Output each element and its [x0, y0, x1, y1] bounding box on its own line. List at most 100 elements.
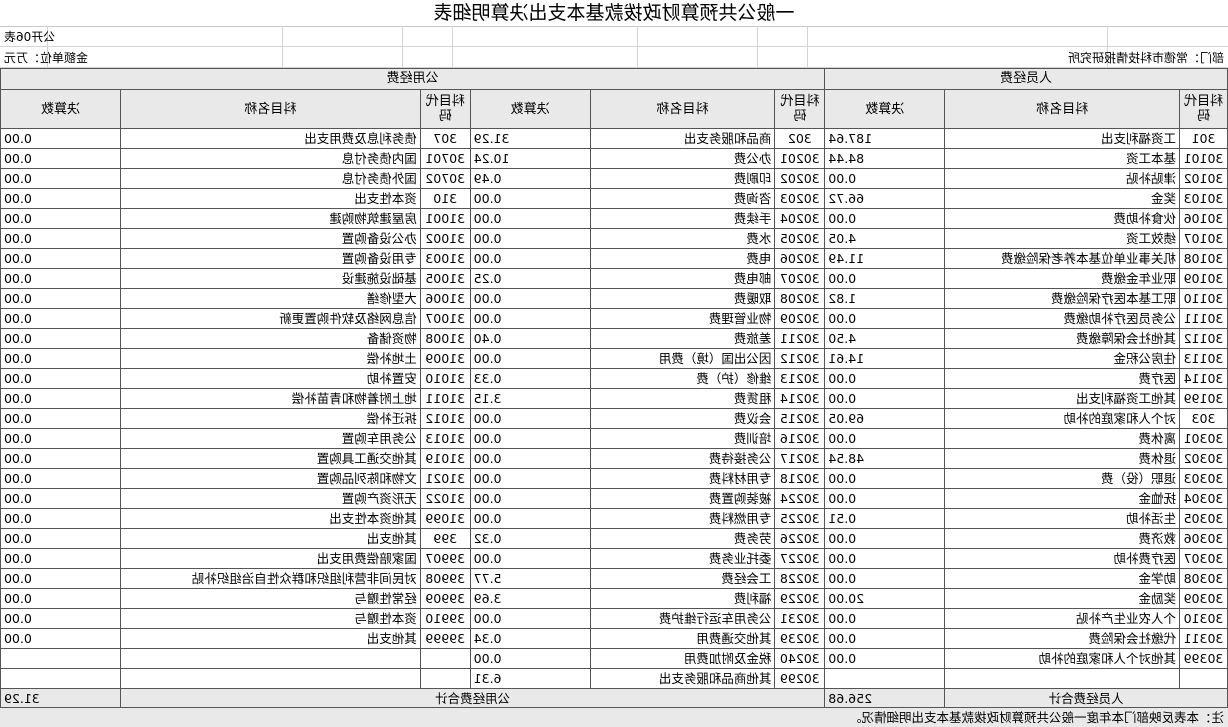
- amount-cell: 0.00: [824, 208, 945, 229]
- amount-cell: 5.77: [470, 568, 591, 589]
- amount-cell: 0.00: [0, 508, 121, 529]
- code-cell: 307: [420, 128, 471, 149]
- amount-cell: 0.00: [824, 488, 945, 509]
- grid-line: [637, 26, 638, 67]
- name-cell: 无形资产购置: [120, 488, 421, 509]
- table-row: 30113 住房公积金 14.61 30212 因公出国（境）费用 0.00 31009 土地…: [0, 348, 1228, 369]
- name-cell: 其他交通工具购置: [120, 448, 421, 469]
- name-cell: 救济费: [944, 528, 1180, 549]
- name-cell: 其他交通费用: [590, 628, 775, 649]
- name-cell: 拆迁补偿: [120, 408, 421, 429]
- code-cell: 30199: [1179, 388, 1228, 409]
- name-cell: 代缴社会保险费: [944, 628, 1180, 649]
- group-header-personnel: 人员经费: [824, 68, 1228, 90]
- amount-cell: 0.51: [824, 508, 945, 529]
- unit-label: 金额单位：万元: [4, 51, 89, 65]
- header-code: 科目代码: [420, 89, 471, 129]
- amount-cell: 0.00: [0, 168, 121, 189]
- table-row: 30301 离休费 0.00 30216 培训费 0.00 31013 公务用车购置 0.00: [0, 428, 1228, 449]
- amount-cell: 3.69: [470, 588, 591, 609]
- table-row: 30310 个人农业生产补贴 0.00 30231 公务用车运行维护费 0.00 39910…: [0, 608, 1228, 629]
- code-cell: 30303: [1179, 468, 1228, 489]
- code-cell: 30206: [774, 248, 825, 269]
- name-cell: 其他资本性支出: [120, 508, 421, 529]
- code-cell: 30702: [420, 168, 471, 189]
- code-cell: 39907: [420, 548, 471, 569]
- name-cell: 津贴补贴: [944, 168, 1180, 189]
- table-row: 30311 代缴社会保险费 0.00 30239 其他交通费用 0.34 39999 其他支出…: [0, 628, 1228, 649]
- name-cell: 国内债务付息: [120, 148, 421, 169]
- code-cell: 30112: [1179, 328, 1228, 349]
- code-cell: 30227: [774, 548, 825, 569]
- name-cell: 奖金: [944, 188, 1180, 209]
- amount-cell: 0.40: [470, 328, 591, 349]
- code-cell: 30205: [774, 228, 825, 249]
- amount-cell: 0.00: [0, 228, 121, 249]
- amount-cell: 84.44: [824, 148, 945, 169]
- expenditure-table: 人员经费 公用经费 科目代码 科目名称 决算数 科目代码 科目名称 决算数 科目…: [0, 68, 1228, 709]
- amount-cell: 0.00: [0, 368, 121, 389]
- name-cell: 办公费: [590, 148, 775, 169]
- name-cell: 其他商品和服务支出: [590, 668, 775, 689]
- table-row: 30305 生活补助 0.51 30225 专用燃料费 0.00 31099 其他资本性支出 0…: [0, 508, 1228, 529]
- name-cell: 奖励金: [944, 588, 1180, 609]
- code-cell: 30309: [1179, 588, 1228, 609]
- name-cell: 伙食补助费: [944, 208, 1180, 229]
- name-cell: 公务员医疗补助缴费: [944, 308, 1180, 329]
- amount-cell: [824, 668, 945, 689]
- amount-cell: 0.00: [824, 268, 945, 289]
- grid-line: [807, 26, 808, 67]
- code-cell: 30213: [774, 368, 825, 389]
- name-cell: 职工基本医疗保险缴费: [944, 288, 1180, 309]
- name-cell: 基础设施建设: [120, 268, 421, 289]
- name-cell: 水费: [590, 228, 775, 249]
- name-cell: 医疗费补助: [944, 548, 1180, 569]
- amount-cell: 0.00: [470, 208, 591, 229]
- amount-cell: 0.00: [824, 368, 945, 389]
- table-row: 30308 助学金 0.00 30228 工会经费 5.77 39908 对民间非营利组织和群…: [0, 568, 1228, 589]
- amount-cell: 66.72: [824, 188, 945, 209]
- amount-cell: 0.00: [0, 308, 121, 329]
- code-cell: 30212: [774, 348, 825, 369]
- code-cell: 31009: [420, 348, 471, 369]
- code-cell: 30302: [1179, 448, 1228, 469]
- table-row: 301 工资福利支出 187.64 302 商品和服务支出 31.29 307 债务利息及费用…: [0, 128, 1228, 149]
- name-cell: 专用设备购置: [120, 248, 421, 269]
- code-cell: 30305: [1179, 508, 1228, 529]
- code-cell: 31010: [420, 368, 471, 389]
- amount-cell: 0.00: [470, 508, 591, 529]
- name-cell: 大型修缮: [120, 288, 421, 309]
- name-cell: 经常性赠与: [120, 588, 421, 609]
- amount-cell: 1.82: [824, 288, 945, 309]
- spreadsheet-view: 一般公共预算财政拨款基本支出决算明细表 公开06表 部门：常德市科技情报研究所 …: [0, 0, 1228, 727]
- name-cell: 取暖费: [590, 288, 775, 309]
- name-cell: 税金及附加费用: [590, 648, 775, 669]
- table-row: 30309 奖励金 20.00 30229 福利费 3.69 39909 经常性赠与 0.00: [0, 588, 1228, 609]
- name-cell: 租赁费: [590, 388, 775, 409]
- name-cell: 其他支出: [120, 528, 421, 549]
- name-cell: 物业管理费: [590, 308, 775, 329]
- amount-cell: 0.00: [0, 608, 121, 629]
- header-code: 科目代码: [774, 89, 825, 129]
- amount-cell: 0.25: [470, 268, 591, 289]
- name-cell: 印刷费: [590, 168, 775, 189]
- amount-cell: 0.32: [470, 528, 591, 549]
- name-cell: 国家赔偿费用支出: [120, 548, 421, 569]
- amount-cell: 0.00: [0, 488, 121, 509]
- name-cell: 退休费: [944, 448, 1180, 469]
- header-amount: 决算数: [824, 89, 945, 129]
- amount-cell: 0.00: [0, 128, 121, 149]
- table-row: 30103 奖金 66.72 30203 咨询费 0.00 310 资本性支出 0.00: [0, 188, 1228, 209]
- name-cell: 公务接待费: [590, 448, 775, 469]
- name-cell: 培训费: [590, 428, 775, 449]
- code-cell: 30307: [1179, 548, 1228, 569]
- amount-cell: 0.00: [0, 568, 121, 589]
- grid-line: [452, 26, 453, 67]
- personnel-total-value: 256.68: [824, 688, 945, 709]
- name-cell: 对民间非营利组织和群众性自治组织补贴: [120, 568, 421, 589]
- code-cell: 31021: [420, 468, 471, 489]
- name-cell: 其他对个人和家庭的补助: [944, 648, 1180, 669]
- name-cell: 被装购置费: [590, 488, 775, 509]
- name-cell: [120, 668, 421, 689]
- amount-cell: 0.00: [0, 448, 121, 469]
